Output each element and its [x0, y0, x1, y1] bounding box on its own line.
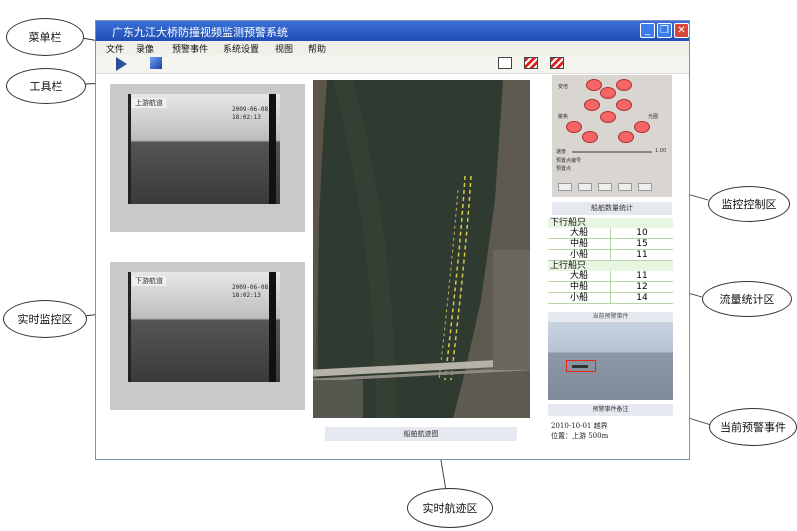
stats-title: 船舶数量统计 — [552, 202, 672, 215]
camera-label-upstream: 上游航道 — [132, 98, 166, 108]
iris-close-button[interactable] — [618, 131, 634, 143]
alarm-note-line-1: 2010-10-01 越界 — [551, 422, 608, 430]
ship-count: 15 — [610, 239, 673, 249]
ship-count: 11 — [610, 250, 673, 260]
stop-icon[interactable] — [150, 57, 162, 69]
layout-single-icon[interactable] — [498, 57, 512, 69]
frame-edge — [128, 94, 131, 204]
play-icon[interactable] — [116, 57, 127, 71]
close-button[interactable]: ✕ — [674, 23, 689, 38]
osd-time: 18:02:13 — [232, 292, 261, 299]
ship-count: 11 — [610, 271, 673, 281]
downstream-video-frame[interactable]: 下游航道 2009-06-08 18:02:13 — [128, 272, 280, 382]
ship-size: 中船 — [569, 282, 588, 292]
window-title: 广东九江大桥防撞视频监测预警系统 — [112, 26, 288, 39]
alarm-note-line-2: 位置：上游 500m — [551, 432, 609, 440]
layout-quad-icon[interactable] — [550, 57, 564, 69]
stats-group-up: 上行船只 — [548, 261, 673, 271]
alarm-note-text: 2010-10-01 越界 位置：上游 500m — [551, 421, 608, 441]
camera-label-downstream: 下游航道 — [132, 276, 166, 286]
zoom-out-button[interactable] — [616, 79, 632, 91]
bridge-pillar — [269, 94, 276, 204]
ptz-control-panel: 变倍 聚焦 光圈 速度 1.00 预置点编号 预置点 — [552, 75, 672, 197]
table-row: 小船 11 — [548, 250, 673, 261]
downstream-video-panel: 下游航道 2009-06-08 18:02:13 — [110, 262, 305, 410]
table-row: 小船 14 — [548, 293, 673, 304]
callout-flow-stats: 流量统计区 — [702, 281, 792, 317]
table-row: 中船 12 — [548, 282, 673, 293]
ship-size: 小船 — [569, 293, 588, 303]
layout-split-icon[interactable] — [524, 57, 538, 69]
upstream-video-frame[interactable]: 上游航道 2009-06-08 18:02:13 — [128, 94, 280, 204]
osd-date: 2009-06-08 — [232, 284, 269, 291]
preset-button-5[interactable] — [638, 183, 652, 191]
stats-group-down: 下行船只 — [548, 218, 673, 228]
menu-bar: 文件 录像 预警事件 系统设置 视图 帮助 — [96, 41, 689, 55]
menu-view[interactable]: 视图 — [275, 42, 293, 55]
frame-edge — [128, 272, 131, 382]
iris-label: 光圈 — [648, 114, 659, 120]
ship-count: 12 — [610, 282, 673, 292]
satellite-view — [313, 80, 530, 418]
zoom-label: 变倍 — [558, 84, 569, 90]
title-bar: 广东九江大桥防撞视频监测预警系统 _ ❐ ✕ — [96, 21, 689, 41]
ptz-up-button[interactable] — [600, 87, 616, 99]
osd-time: 18:02:13 — [232, 114, 261, 121]
alarm-highlight-box — [566, 360, 596, 372]
zoom-in-button[interactable] — [586, 79, 602, 91]
ptz-right-button[interactable] — [616, 99, 632, 111]
callout-monitor-control: 监控控制区 — [708, 186, 790, 222]
speed-value: 1.00 — [655, 148, 667, 154]
preset-number-label: 预置点编号 — [556, 158, 582, 164]
flow-stats-table: 下行船只 大船 10 中船 15 小船 11 上行船只 大船 11 中船 12 小船 14 — [548, 218, 673, 304]
map-caption: 船舶航迹图 — [325, 427, 517, 441]
speed-slider[interactable] — [572, 151, 652, 153]
camera-osd-upstream: 2009-06-08 18:02:13 — [232, 106, 268, 122]
menu-record[interactable]: 录像 — [136, 42, 154, 55]
focus-near-button[interactable] — [566, 121, 582, 133]
bridge-pillar — [269, 272, 276, 382]
ptz-left-button[interactable] — [584, 99, 600, 111]
preset-button-1[interactable] — [558, 183, 572, 191]
ship-size: 大船 — [569, 271, 588, 281]
ship-size: 大船 — [569, 228, 588, 238]
ptz-down-button[interactable] — [600, 111, 616, 123]
table-row: 大船 11 — [548, 271, 673, 282]
ship-count: 14 — [610, 293, 673, 303]
menu-system-settings[interactable]: 系统设置 — [223, 42, 259, 55]
alarm-title: 当前预警事件 — [548, 312, 673, 322]
alarm-note-title: 预警事件备注 — [548, 404, 673, 416]
maximize-button[interactable]: ❐ — [657, 23, 672, 38]
iris-open-button[interactable] — [582, 131, 598, 143]
osd-date: 2009-06-08 — [232, 106, 269, 113]
ship-size: 小船 — [569, 250, 588, 260]
track-map[interactable] — [313, 80, 530, 418]
menu-alarm-events[interactable]: 预警事件 — [172, 42, 208, 55]
table-row: 中船 15 — [548, 239, 673, 250]
alarm-snapshot[interactable] — [548, 322, 673, 400]
minimize-button[interactable]: _ — [640, 23, 655, 38]
menu-file[interactable]: 文件 — [106, 42, 124, 55]
focus-label: 聚焦 — [558, 114, 569, 120]
ship-size: 中船 — [569, 239, 588, 249]
callout-realtime-monitor: 实时监控区 — [3, 300, 87, 338]
preset-button-2[interactable] — [578, 183, 592, 191]
callout-menubar: 菜单栏 — [6, 18, 84, 56]
menu-help[interactable]: 帮助 — [308, 42, 326, 55]
tool-bar — [96, 55, 689, 74]
camera-osd-downstream: 2009-06-08 18:02:13 — [232, 284, 268, 300]
preset-label: 预置点 — [556, 166, 572, 172]
ship-count: 10 — [610, 228, 673, 238]
table-row: 大船 10 — [548, 228, 673, 239]
preset-button-3[interactable] — [598, 183, 612, 191]
callout-toolbar: 工具栏 — [6, 68, 86, 104]
speed-label: 速度 — [556, 149, 567, 155]
focus-far-button[interactable] — [634, 121, 650, 133]
upstream-video-panel: 上游航道 2009-06-08 18:02:13 — [110, 84, 305, 232]
callout-realtime-track: 实时航迹区 — [407, 488, 493, 528]
preset-button-4[interactable] — [618, 183, 632, 191]
callout-current-alarm: 当前预警事件 — [709, 408, 797, 446]
